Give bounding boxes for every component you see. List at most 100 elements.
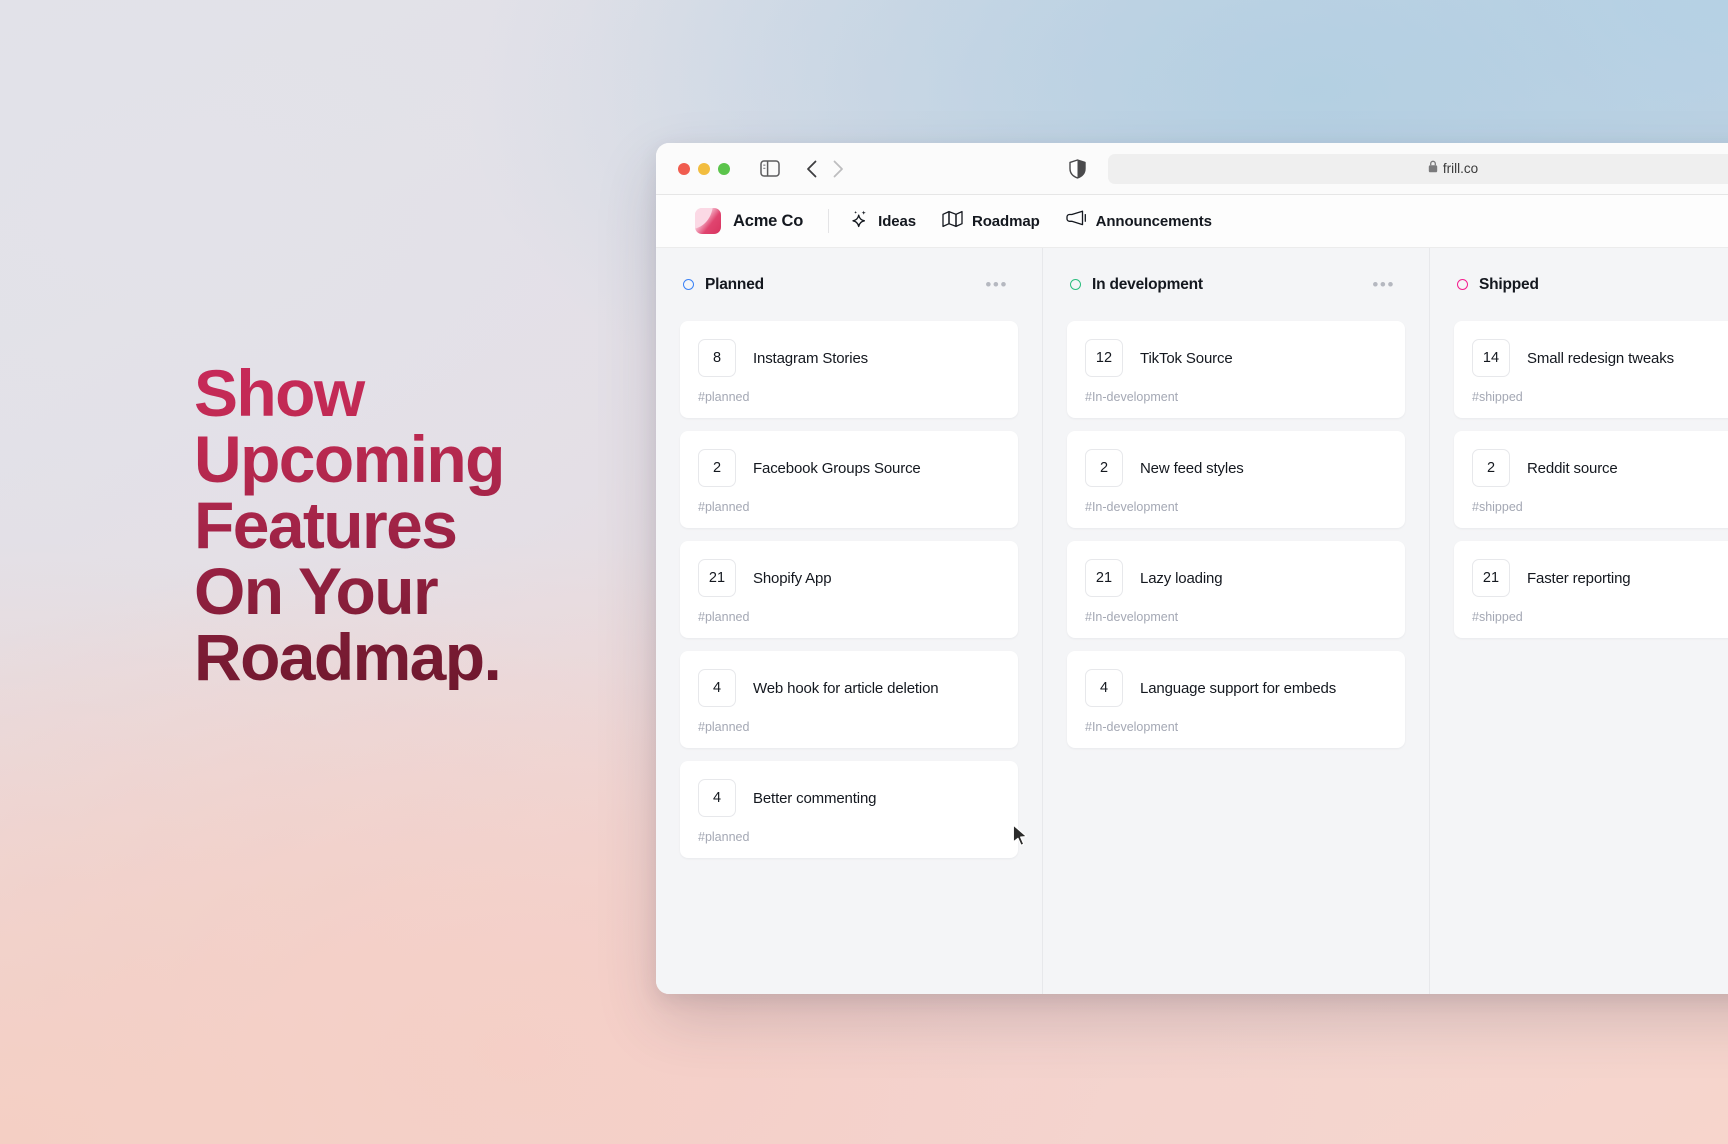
roadmap-card[interactable]: 14 Small redesign tweaks #shipped — [1454, 321, 1728, 418]
vote-count[interactable]: 21 — [698, 559, 736, 597]
vote-count[interactable]: 2 — [1472, 449, 1510, 487]
minimize-window-button[interactable] — [698, 162, 710, 175]
roadmap-card[interactable]: 8 Instagram Stories #planned — [680, 321, 1018, 418]
sidebar-icon[interactable] — [760, 160, 780, 177]
card-header: 4 Web hook for article deletion — [698, 669, 1000, 707]
vote-count[interactable]: 21 — [1472, 559, 1510, 597]
card-tag: #planned — [698, 390, 750, 404]
card-header: 2 Facebook Groups Source — [698, 449, 1000, 487]
megaphone-icon — [1065, 209, 1087, 233]
acme-logo-icon — [695, 208, 721, 234]
column-header: Planned ••• — [680, 248, 1018, 321]
card-tag: #planned — [698, 830, 750, 844]
column-title: Planned — [683, 276, 764, 294]
card-tag: #In-development — [1085, 720, 1179, 734]
card-title: TikTok Source — [1140, 349, 1233, 367]
privacy-shield-icon[interactable] — [1069, 158, 1086, 179]
card-header: 2 Reddit source — [1472, 449, 1728, 487]
address-bar[interactable]: frill.co — [1108, 153, 1728, 184]
chevron-left-icon[interactable] — [806, 160, 817, 178]
card-tag: #planned — [698, 720, 750, 734]
card-title: Language support for embeds — [1140, 679, 1337, 697]
roadmap-card[interactable]: 21 Faster reporting #shipped — [1454, 541, 1728, 638]
vote-count[interactable]: 21 — [1085, 559, 1123, 597]
navbar-divider — [828, 209, 830, 233]
navbar-items: Ideas Roadmap Announcements — [850, 209, 1212, 233]
mouse-pointer-icon — [1012, 824, 1029, 853]
vote-count[interactable]: 8 — [698, 339, 736, 377]
column-label: In development — [1092, 275, 1203, 293]
browser-window: frill.co Acme Co Ideas Roadmap Announcem… — [656, 143, 1728, 994]
vote-count[interactable]: 12 — [1085, 339, 1123, 377]
card-tag: #shipped — [1472, 390, 1523, 404]
lock-icon — [1428, 160, 1438, 178]
status-ring-icon — [1070, 279, 1081, 290]
hero-section: Show Upcoming Features On Your Roadmap. — [194, 360, 624, 690]
column-title: Shipped — [1457, 276, 1539, 294]
board-column-shipped: Shipped ••• 14 Small redesign tweaks #sh… — [1430, 248, 1728, 994]
column-menu-button[interactable]: ••• — [1372, 276, 1395, 293]
nav-item-label: Roadmap — [971, 212, 1040, 230]
card-tag: #In-development — [1085, 500, 1179, 514]
card-tag: #In-development — [1085, 610, 1179, 624]
vote-count[interactable]: 4 — [698, 779, 736, 817]
card-header: 14 Small redesign tweaks — [1472, 339, 1728, 377]
card-tag: #shipped — [1472, 500, 1523, 514]
card-header: 21 Lazy loading — [1085, 559, 1387, 597]
chevron-right-icon[interactable] — [833, 160, 844, 178]
brand-name: Acme Co — [733, 211, 804, 230]
vote-count[interactable]: 14 — [1472, 339, 1510, 377]
column-label: Planned — [705, 275, 764, 293]
nav-item-label: Ideas — [878, 212, 916, 230]
hero-headline: Show Upcoming Features On Your Roadmap. — [194, 360, 624, 690]
roadmap-card[interactable]: 2 Reddit source #shipped — [1454, 431, 1728, 528]
sparkles-icon — [850, 209, 869, 233]
roadmap-card[interactable]: 4 Better commenting #planned — [680, 761, 1018, 858]
vote-count[interactable]: 2 — [698, 449, 736, 487]
nav-item-roadmap[interactable]: Roadmap — [942, 210, 1040, 233]
status-ring-icon — [1457, 279, 1468, 290]
brand[interactable]: Acme Co — [695, 208, 803, 234]
card-title: Reddit source — [1527, 459, 1618, 477]
roadmap-card[interactable]: 21 Lazy loading #In-development — [1067, 541, 1405, 638]
card-tag: #planned — [698, 500, 750, 514]
card-header: 4 Language support for embeds — [1085, 669, 1387, 707]
roadmap-card[interactable]: 2 Facebook Groups Source #planned — [680, 431, 1018, 528]
nav-item-label: Announcements — [1095, 212, 1212, 230]
address-bar-url: frill.co — [1442, 161, 1479, 176]
roadmap-card[interactable]: 4 Web hook for article deletion #planned — [680, 651, 1018, 748]
card-tag: #planned — [698, 610, 750, 624]
roadmap-board: Planned ••• 8 Instagram Stories #planned… — [656, 248, 1728, 994]
card-header: 8 Instagram Stories — [698, 339, 1000, 377]
vote-count[interactable]: 4 — [1085, 669, 1123, 707]
card-title: Better commenting — [753, 789, 877, 807]
vote-count[interactable]: 4 — [698, 669, 736, 707]
window-controls — [678, 162, 730, 175]
roadmap-card[interactable]: 12 TikTok Source #In-development — [1067, 321, 1405, 418]
navigation-arrows — [806, 160, 844, 178]
card-title: Lazy loading — [1140, 569, 1223, 587]
card-tag: #shipped — [1472, 610, 1523, 624]
vote-count[interactable]: 2 — [1085, 449, 1123, 487]
app-navbar: Acme Co Ideas Roadmap Announcements — [656, 195, 1728, 248]
card-header: 2 New feed styles — [1085, 449, 1387, 487]
column-menu-button[interactable]: ••• — [985, 276, 1008, 293]
card-title: Small redesign tweaks — [1527, 349, 1674, 367]
roadmap-card[interactable]: 21 Shopify App #planned — [680, 541, 1018, 638]
card-header: 4 Better commenting — [698, 779, 1000, 817]
nav-item-ideas[interactable]: Ideas — [850, 209, 916, 233]
nav-item-announcements[interactable]: Announcements — [1065, 209, 1212, 233]
column-header: In development ••• — [1067, 248, 1405, 321]
roadmap-card[interactable]: 2 New feed styles #In-development — [1067, 431, 1405, 528]
close-window-button[interactable] — [678, 162, 690, 175]
zoom-window-button[interactable] — [718, 162, 730, 175]
roadmap-card[interactable]: 4 Language support for embeds #In-develo… — [1067, 651, 1405, 748]
column-title: In development — [1070, 276, 1203, 294]
card-title: Facebook Groups Source — [753, 459, 921, 477]
card-title: Instagram Stories — [753, 349, 868, 367]
column-label: Shipped — [1479, 275, 1539, 293]
column-header: Shipped ••• — [1454, 248, 1728, 321]
card-header: 12 TikTok Source — [1085, 339, 1387, 377]
card-title: New feed styles — [1140, 459, 1244, 477]
card-title: Web hook for article deletion — [753, 679, 939, 697]
